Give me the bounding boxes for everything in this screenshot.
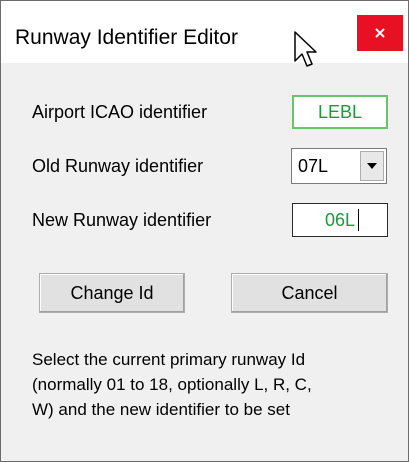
- title-bar[interactable]: Runway Identifier Editor: [1, 1, 408, 63]
- text-caret: [358, 209, 359, 231]
- close-button[interactable]: [357, 15, 403, 51]
- chevron-down-icon: [367, 163, 377, 169]
- cancel-button[interactable]: Cancel: [231, 273, 388, 313]
- window-title: Runway Identifier Editor: [15, 26, 238, 49]
- help-text-line: W) and the new identifier to be set: [32, 400, 290, 419]
- old-runway-dropdown-button[interactable]: [360, 151, 384, 181]
- help-text: Select the current primary runway Id (no…: [32, 347, 402, 422]
- airport-icao-label: Airport ICAO identifier: [32, 102, 208, 122]
- close-icon: [375, 28, 385, 38]
- change-id-button[interactable]: Change Id: [39, 273, 185, 313]
- old-runway-selected-value: 07L: [298, 156, 329, 176]
- airport-icao-field[interactable]: [292, 95, 388, 129]
- new-runway-field[interactable]: [292, 203, 388, 237]
- old-runway-select[interactable]: 07L: [291, 148, 387, 184]
- new-runway-label: New Runway identifier: [32, 210, 212, 230]
- help-text-line: Select the current primary runway Id: [32, 350, 306, 369]
- old-runway-label: Old Runway identifier: [32, 156, 204, 176]
- dialog-window: Runway Identifier Editor Airport ICAO id…: [0, 0, 409, 462]
- help-text-line: (normally 01 to 18, optionally L, R, C,: [32, 375, 312, 394]
